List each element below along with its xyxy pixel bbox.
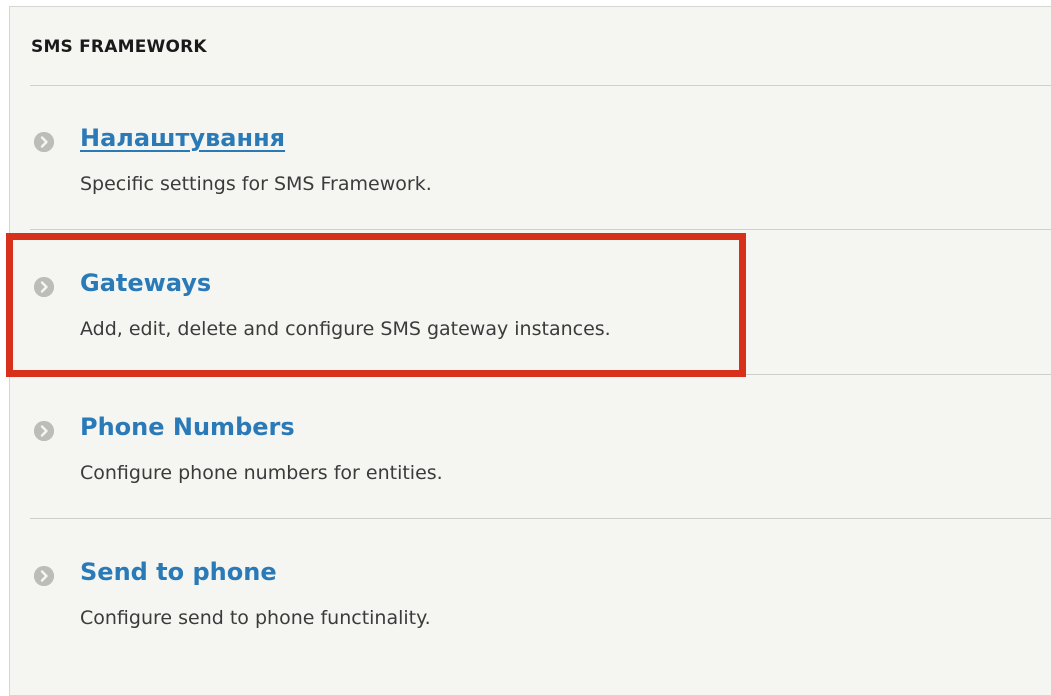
send-to-phone-description: Configure send to phone functinality. (80, 607, 431, 629)
item-divider (30, 229, 1051, 230)
list-item-phone-numbers: Phone Numbers Configure phone numbers fo… (30, 375, 1051, 519)
gateways-description: Add, edit, delete and configure SMS gate… (80, 318, 611, 340)
chevron-right-circle-icon (34, 566, 54, 586)
phone-numbers-link[interactable]: Phone Numbers (80, 413, 295, 441)
settings-description: Specific settings for SMS Framework. (80, 173, 432, 195)
gateways-link[interactable]: Gateways (80, 269, 211, 297)
list-item-send-to-phone: Send to phone Configure send to phone fu… (30, 520, 1051, 664)
phone-numbers-description: Configure phone numbers for entities. (80, 462, 443, 484)
sms-framework-panel: SMS FRAMEWORK Налаштування Specific sett… (9, 6, 1051, 696)
chevron-right-circle-icon (34, 132, 54, 152)
settings-link[interactable]: Налаштування (80, 124, 285, 152)
list-item-gateways: Gateways Add, edit, delete and configure… (30, 231, 1051, 375)
send-to-phone-link[interactable]: Send to phone (80, 558, 277, 586)
item-divider (30, 518, 1051, 519)
list-item-settings: Налаштування Specific settings for SMS F… (30, 86, 1051, 230)
section-title: SMS FRAMEWORK (31, 37, 207, 57)
chevron-right-circle-icon (34, 421, 54, 441)
chevron-right-circle-icon (34, 277, 54, 297)
